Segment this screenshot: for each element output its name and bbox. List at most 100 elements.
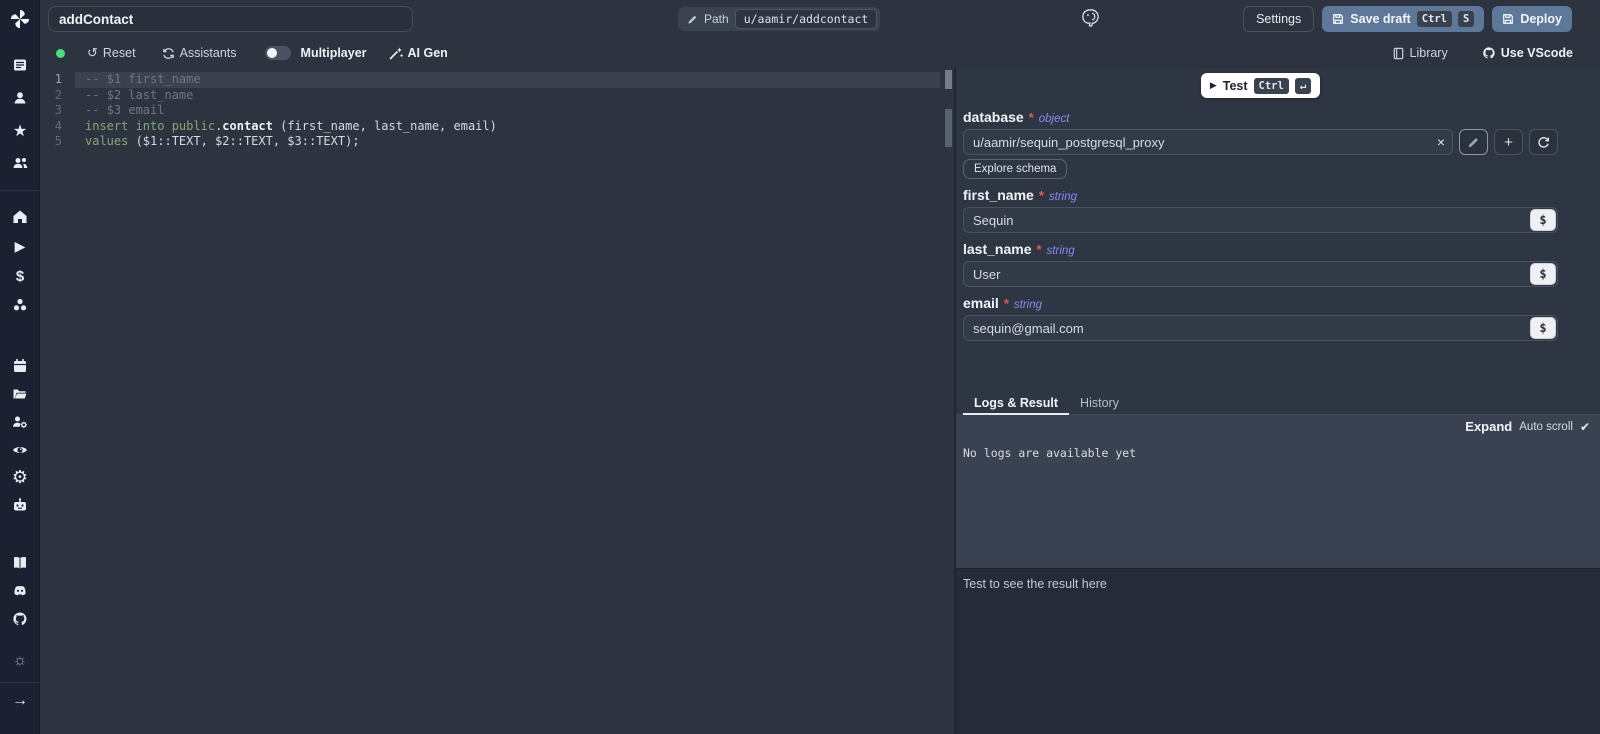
field-name: database (963, 109, 1024, 125)
code-line[interactable]: 3-- $3 email (40, 103, 954, 119)
result-pane: Test to see the result here (956, 568, 1600, 734)
database-input[interactable] (963, 129, 1453, 155)
script-title-input[interactable] (48, 6, 413, 32)
sync-icon (162, 47, 175, 60)
deploy-label: Deploy (1520, 12, 1562, 26)
refresh-resource-button[interactable] (1529, 129, 1558, 155)
plus-icon: + (1504, 134, 1513, 151)
save-draft-button[interactable]: Save draft Ctrl S (1322, 6, 1484, 32)
tab-logs-result[interactable]: Logs & Result (963, 392, 1069, 414)
sidebar-divider (0, 682, 40, 683)
field-name: email (963, 295, 999, 311)
email-input[interactable] (963, 315, 1558, 341)
database-field-label: database* object (963, 109, 1558, 126)
github-icon (12, 611, 28, 627)
insert-variable-button[interactable]: $ (1530, 317, 1556, 339)
sidebar-item-runs[interactable]: ▶ (0, 235, 40, 257)
user-icon (12, 90, 28, 106)
group-icon (12, 155, 29, 171)
assistants-button[interactable]: Assistants (162, 46, 237, 60)
kbd-ctrl: Ctrl (1417, 11, 1452, 27)
library-button[interactable]: Library (1392, 46, 1448, 60)
sidebar-item-folders[interactable] (0, 383, 40, 405)
test-button[interactable]: ▶ Test Ctrl ↵ (1201, 73, 1320, 98)
sidebar-item-github[interactable] (0, 608, 40, 630)
autoscroll-label[interactable]: Auto scroll (1519, 421, 1573, 433)
sidebar-item-schedules[interactable] (0, 355, 40, 377)
settings-button[interactable]: Settings (1243, 6, 1314, 32)
edit-resource-button[interactable] (1459, 129, 1488, 155)
kbd-s: S (1458, 11, 1474, 27)
sidebar-item-home[interactable] (0, 206, 40, 228)
code-line[interactable]: 2-- $2 last_name (40, 88, 954, 104)
sidebar-item-discord[interactable] (0, 580, 40, 602)
email-field-label: email* string (963, 295, 1558, 312)
sidebar-item-groups[interactable] (0, 152, 40, 174)
first-name-input[interactable] (963, 207, 1558, 233)
code-line[interactable]: 1-- $1 first_name (40, 72, 954, 88)
sidebar-item-ai[interactable] (0, 494, 40, 516)
field-type: string (1014, 299, 1042, 311)
insert-variable-button[interactable]: $ (1530, 263, 1556, 285)
insert-variable-button[interactable]: $ (1530, 209, 1556, 231)
code-editor[interactable]: 1-- $1 first_name2-- $2 last_name3-- $3 … (40, 68, 954, 734)
minimap-slider[interactable] (945, 109, 952, 147)
cluster-icon (12, 297, 28, 313)
tab-history-label: History (1080, 396, 1119, 410)
check-icon[interactable]: ✔ (1580, 420, 1590, 434)
users-gear-icon (12, 414, 29, 430)
add-resource-button[interactable]: + (1494, 129, 1523, 155)
email-input-wrap: $ (963, 315, 1558, 341)
sidebar-item-favorites[interactable]: ★ (0, 120, 40, 142)
sidebar-item-settings[interactable]: ⚙ (0, 466, 40, 488)
field-type: string (1049, 191, 1077, 203)
required-asterisk: * (1036, 242, 1041, 257)
test-label: Test (1223, 79, 1248, 93)
code-line[interactable]: 4insert into public.contact (first_name,… (40, 119, 954, 135)
editor-minimap[interactable] (944, 68, 952, 734)
line-number: 1 (40, 72, 62, 88)
sidebar-item-user[interactable] (0, 87, 40, 109)
star-icon: ★ (13, 121, 27, 141)
sidebar: ★ ▶ $ ⚙ ☼ → (0, 0, 40, 734)
field-type: string (1047, 245, 1075, 257)
sidebar-item-docs[interactable] (0, 552, 40, 574)
windmill-logo-icon[interactable] (0, 7, 40, 31)
toggle-knob (267, 48, 277, 58)
explore-schema-button[interactable]: Explore schema (963, 159, 1067, 179)
save-icon (1332, 13, 1344, 25)
dollar-icon: $ (16, 268, 24, 285)
clear-icon[interactable]: × (1437, 133, 1445, 151)
postgresql-icon (1080, 7, 1101, 34)
arrow-right-icon: → (12, 692, 28, 710)
reset-button[interactable]: ↺ Reset (87, 45, 136, 61)
home-icon (12, 209, 28, 225)
ai-gen-button[interactable]: AI Gen (389, 46, 448, 60)
sidebar-collapse-button[interactable]: → (0, 690, 40, 712)
path-value[interactable]: u/aamir/addcontact (735, 9, 878, 29)
reset-label: Reset (103, 46, 136, 60)
minimap-content (945, 70, 952, 89)
folder-open-icon (12, 386, 28, 402)
multiplayer-toggle[interactable] (265, 46, 291, 60)
code-line[interactable]: 5values ($1::TEXT, $2::TEXT, $3::TEXT); (40, 134, 954, 150)
expand-button[interactable]: Expand (1465, 419, 1512, 434)
settings-label: Settings (1256, 12, 1301, 26)
sidebar-item-theme[interactable]: ☼ (0, 650, 40, 672)
sidebar-item-audit-logs[interactable] (0, 439, 40, 461)
deploy-button[interactable]: Deploy (1492, 6, 1572, 32)
sidebar-item-variables[interactable]: $ (0, 265, 40, 287)
multiplayer-label: Multiplayer (301, 46, 367, 60)
last-name-input[interactable] (963, 261, 1558, 287)
no-logs-message: No logs are available yet (963, 446, 1136, 460)
discord-icon (12, 583, 28, 599)
play-icon: ▶ (15, 238, 26, 255)
sidebar-item-workers[interactable] (0, 411, 40, 433)
tab-history[interactable]: History (1069, 392, 1130, 414)
sidebar-item-resources[interactable] (0, 294, 40, 316)
pencil-icon (687, 14, 698, 25)
library-label: Library (1410, 46, 1448, 60)
use-vscode-button[interactable]: Use VScode (1482, 46, 1573, 60)
sidebar-item-scripts[interactable] (0, 54, 40, 76)
path-badge[interactable]: Path u/aamir/addcontact (678, 7, 880, 31)
